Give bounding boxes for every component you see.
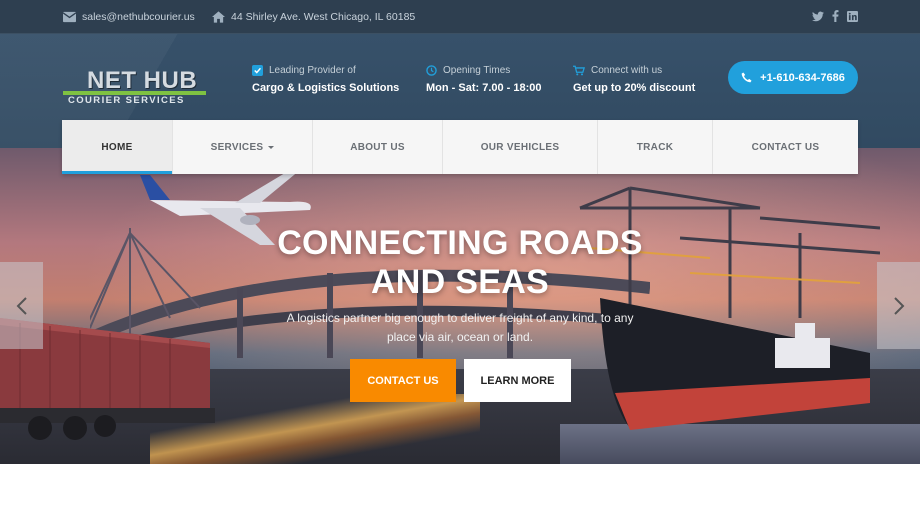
info-provider-line1: Leading Provider of	[269, 65, 356, 76]
nav-track-label: TRACK	[636, 141, 674, 153]
info-hours-line1: Opening Times	[443, 65, 511, 76]
phone-icon	[741, 72, 752, 83]
linkedin-icon[interactable]	[847, 10, 858, 22]
nav-contact-label: CONTACT US	[751, 141, 820, 153]
logo[interactable]: NET HUB COURIER SERVICES	[63, 67, 206, 106]
chevron-right-icon	[893, 296, 904, 315]
info-provider: Leading Provider of Cargo & Logistics So…	[252, 65, 399, 94]
nav-about-us[interactable]: ABOUT US	[313, 120, 443, 174]
home-icon	[212, 11, 225, 23]
chevron-left-icon	[16, 296, 27, 315]
phone-number: +1-610-634-7686	[760, 71, 845, 84]
info-connect-line2: Get up to 20% discount	[573, 82, 696, 94]
info-hours: Opening Times Mon - Sat: 7.00 - 18:00	[426, 65, 542, 94]
hero-contact-button[interactable]: CONTACT US	[350, 359, 456, 402]
top-email-text[interactable]: sales@nethubcourier.us	[82, 11, 195, 23]
info-connect-line1: Connect with us	[591, 65, 663, 76]
nav-services-label: SERVICES	[210, 141, 264, 153]
page: sales@nethubcourier.us 44 Shirley Ave. W…	[0, 0, 920, 518]
caret-down-icon	[268, 145, 275, 149]
twitter-icon[interactable]	[812, 11, 824, 22]
info-provider-line2: Cargo & Logistics Solutions	[252, 82, 400, 94]
nav-our-vehicles[interactable]: OUR VEHICLES	[443, 120, 598, 174]
top-address-text: 44 Shirley Ave. West Chicago, IL 60185	[231, 11, 416, 23]
content-area	[0, 464, 920, 518]
nav-about-label: ABOUT US	[350, 141, 405, 153]
top-email[interactable]: sales@nethubcourier.us	[63, 11, 195, 23]
logo-sub-text: COURIER SERVICES	[68, 95, 185, 106]
slider-prev-button[interactable]	[0, 262, 43, 349]
nav-home[interactable]: HOME	[62, 120, 173, 174]
nav-contact-us[interactable]: CONTACT US	[713, 120, 858, 174]
top-address: 44 Shirley Ave. West Chicago, IL 60185	[212, 11, 415, 23]
info-connect: Connect with us Get up to 20% discount	[573, 65, 695, 94]
checkbox-icon	[252, 65, 263, 76]
nav-services[interactable]: SERVICES	[173, 120, 313, 174]
hero-title: CONNECTING ROADS AND SEAS	[0, 224, 920, 302]
main-nav: HOME SERVICES ABOUT US OUR VEHICLES TRAC…	[62, 120, 858, 174]
slider-next-button[interactable]	[877, 262, 920, 349]
nav-home-label: HOME	[101, 141, 133, 153]
cart-icon	[573, 65, 585, 76]
hero-title-line2: AND SEAS	[370, 263, 550, 301]
hero-slider: CONNECTING ROADS AND SEAS A logistics pa…	[0, 148, 920, 464]
facebook-icon[interactable]	[832, 10, 839, 22]
phone-button[interactable]: +1-610-634-7686	[728, 61, 858, 94]
nav-vehicles-label: OUR VEHICLES	[480, 141, 560, 153]
social-links	[812, 10, 858, 22]
info-hours-line2: Mon - Sat: 7.00 - 18:00	[426, 82, 542, 94]
clock-icon	[426, 65, 437, 76]
nav-track[interactable]: TRACK	[598, 120, 713, 174]
top-bar: sales@nethubcourier.us 44 Shirley Ave. W…	[0, 0, 920, 34]
hero-subtitle: A logistics partner big enough to delive…	[286, 311, 634, 344]
envelope-icon	[63, 11, 76, 23]
hero-title-line1: CONNECTING ROADS	[277, 224, 643, 262]
hero-learn-more-button[interactable]: LEARN MORE	[464, 359, 571, 402]
